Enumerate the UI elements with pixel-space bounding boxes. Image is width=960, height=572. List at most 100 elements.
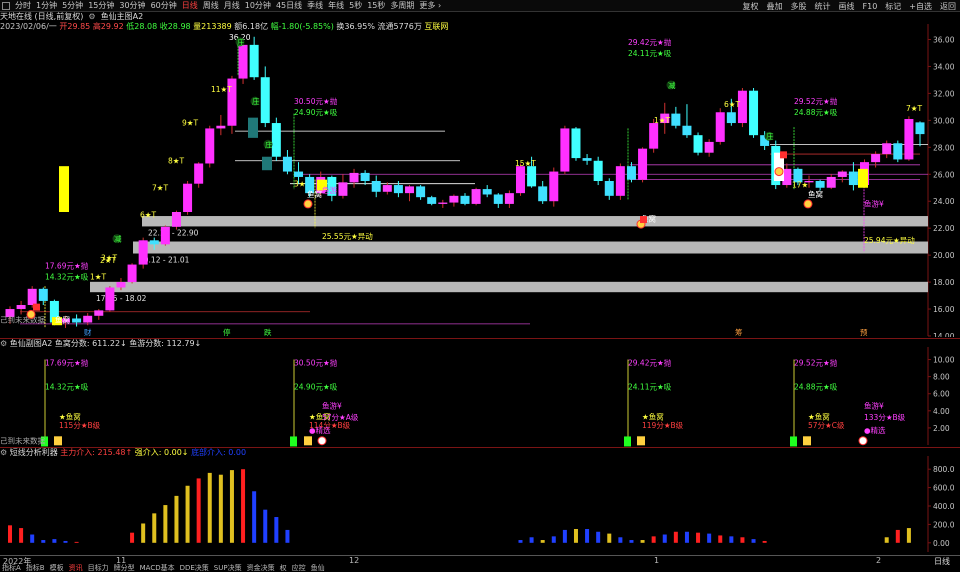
indicator-tab-10[interactable]: 权 — [280, 564, 287, 572]
sub2-bar — [252, 491, 257, 543]
period-tab-5[interactable]: 60分钟 — [151, 0, 177, 11]
toolbar-action-8[interactable]: 返回 — [940, 1, 956, 12]
toolbar-action-3[interactable]: 统计 — [815, 1, 831, 12]
period-tab-14[interactable]: 15秒 — [367, 0, 385, 11]
period-tabs: 分时 1分钟 5分钟 15分钟 30分钟 60分钟 日线 周线 月线 10分钟 45日线 季线 年线 5秒… — [0, 0, 441, 11]
indicator-tab-4[interactable]: 目标力 — [88, 564, 109, 572]
indicator-tab-8[interactable]: SUP决策 — [214, 564, 242, 572]
period-tab-7[interactable]: 周线 — [203, 0, 219, 11]
event-mark: 预 — [860, 327, 868, 337]
indicator-tab-5[interactable]: 牌分型 — [114, 564, 135, 572]
period-tab-6[interactable]: 日线 — [182, 0, 198, 11]
sub2-bar — [673, 531, 678, 543]
sub1-sell-label: 17.69元★抛 — [45, 358, 89, 368]
indicator-tab-6[interactable]: MACD基本 — [140, 564, 175, 572]
sub1-grade-label: 57分★C级 — [808, 420, 845, 430]
sub1-title[interactable]: 鱼仙副图A2 — [10, 339, 53, 348]
main-chart-svg[interactable]: 36.00 34.00 32.00 30.00 28.00 26.00 24.00 22.00… — [0, 12, 960, 337]
sub2-bar — [540, 540, 545, 543]
candle-body — [715, 112, 725, 142]
sub2-bar — [618, 537, 623, 543]
sub2-title[interactable]: 短线分析利器 — [10, 448, 58, 457]
sub1-nest-icon — [54, 436, 62, 446]
candle-body — [904, 119, 914, 160]
main-axis-tick-label: 20.00 — [933, 251, 955, 260]
indicator-tab-11[interactable]: 应控 — [292, 564, 306, 572]
candle-body — [593, 160, 603, 181]
indicator-tab-3[interactable]: 资讯 — [69, 564, 83, 572]
indicator-tab-12[interactable]: 鱼仙 — [311, 564, 325, 572]
sub-chart-1-svg[interactable]: 10.00 8.00 6.00 4.00 2.00 17.69元★抛 14.32元★吸 30.… — [0, 339, 960, 448]
period-tab-11[interactable]: 季线 — [307, 0, 323, 11]
period-tab-12[interactable]: 年线 — [328, 0, 344, 11]
buy-price-label: 24.11元★吸 — [628, 49, 672, 58]
period-tab-10[interactable]: 45日线 — [276, 0, 302, 11]
sub2-bar — [707, 533, 712, 543]
toolbar-action-2[interactable]: 多股 — [791, 1, 807, 12]
candle-body — [105, 287, 115, 311]
period-tab-8[interactable]: 月线 — [224, 0, 240, 11]
candle-body — [349, 172, 359, 183]
candle-body — [205, 128, 215, 164]
toolbar-action-6[interactable]: 标记 — [885, 1, 901, 12]
toolbar-action-7[interactable]: +自选 — [909, 1, 932, 12]
sub2-bar — [274, 517, 279, 543]
candle-body — [427, 197, 437, 204]
sub-chart-1-pane[interactable]: 10.00 8.00 6.00 4.00 2.00 17.69元★抛 14.32元★吸 30.… — [0, 338, 960, 447]
formula-icon[interactable]: ⚙ — [86, 12, 98, 21]
quote-sector: 互联网 — [424, 22, 449, 31]
formula-name[interactable]: 鱼仙主图A2 — [101, 12, 144, 21]
indicator-tab-9[interactable]: 资金决策 — [247, 564, 275, 572]
sub1-nest-label: ★鱼窝 — [59, 411, 81, 421]
sub1-future-label: 己到未来数据 — [0, 435, 45, 445]
sub-chart-2-svg[interactable]: 800.0 600.0 400.0 200.0 0.00 — [0, 448, 960, 556]
toolbar-action-5[interactable]: F10 — [863, 2, 878, 11]
fish-nest-label: 鱼窝 — [307, 189, 322, 199]
main-axis-tick-label: 24.00 — [933, 197, 955, 206]
toolbar-action-0[interactable]: 复权 — [743, 1, 759, 12]
sub2-gear-icon[interactable]: ⚙ — [0, 448, 7, 457]
sub2-bar — [751, 539, 756, 543]
window-icon[interactable] — [2, 1, 10, 10]
sub2-bar — [52, 539, 57, 543]
sub2-bar — [30, 534, 35, 543]
indicator-tab-0[interactable]: 指标A — [2, 564, 21, 572]
candle-body — [83, 315, 93, 323]
period-tab-16[interactable]: 更多 › — [419, 0, 441, 11]
green-mark-label: 减 — [668, 80, 676, 90]
sub1-nest-label: ★鱼窝 — [808, 411, 830, 421]
sub2-bar — [518, 540, 523, 543]
period-tab-2[interactable]: 5分钟 — [62, 0, 83, 11]
sub1-gear-icon[interactable]: ⚙ — [0, 339, 7, 348]
sub2-bar — [551, 536, 556, 543]
main-chart-pane[interactable]: 36.00 34.00 32.00 30.00 28.00 26.00 24.00 22.00… — [0, 12, 960, 337]
candle-body — [338, 182, 348, 196]
period-tab-9[interactable]: 10分钟 — [245, 0, 271, 11]
candle-body — [749, 90, 759, 136]
indicator-tab-1[interactable]: 指标B — [26, 564, 45, 572]
period-tab-3[interactable]: 15分钟 — [88, 0, 114, 11]
toolbar-action-4[interactable]: 画线 — [839, 1, 855, 12]
sub2-main-in: 主力介入: 215.48↑ — [60, 448, 133, 457]
sub1-sell-label: 29.42元★抛 — [628, 358, 672, 368]
period-tab-4[interactable]: 30分钟 — [119, 0, 145, 11]
main-axis-tick-label: 14.00 — [933, 332, 955, 337]
period-tab-13[interactable]: 5秒 — [349, 0, 362, 11]
indicator-tab-2[interactable]: 模板 — [50, 564, 64, 572]
candle-body — [582, 158, 592, 161]
period-tab-15[interactable]: 多周期 — [390, 0, 414, 11]
abnormal-move-label: 25.94元★异动 — [864, 235, 915, 245]
sub2-bar — [263, 509, 268, 543]
period-tab-0[interactable]: 分时 — [15, 0, 31, 11]
candle-body — [393, 185, 403, 194]
candle-body — [826, 176, 836, 188]
period-tab-1[interactable]: 1分钟 — [36, 0, 57, 11]
toolbar-action-1[interactable]: 叠加 — [767, 1, 783, 12]
quote-high: 高29.92 — [92, 22, 124, 31]
candle-body — [471, 189, 481, 204]
sell-price-label: 29.52元★抛 — [794, 96, 838, 106]
candle-body — [149, 240, 159, 245]
sub-chart-2-pane[interactable]: 800.0 600.0 400.0 200.0 0.00 ⚙ 短线分析利器 主力介入: … — [0, 447, 960, 555]
indicator-tab-7[interactable]: DDE决策 — [180, 564, 209, 572]
sub1-axis-label: 8.00 — [933, 373, 950, 382]
